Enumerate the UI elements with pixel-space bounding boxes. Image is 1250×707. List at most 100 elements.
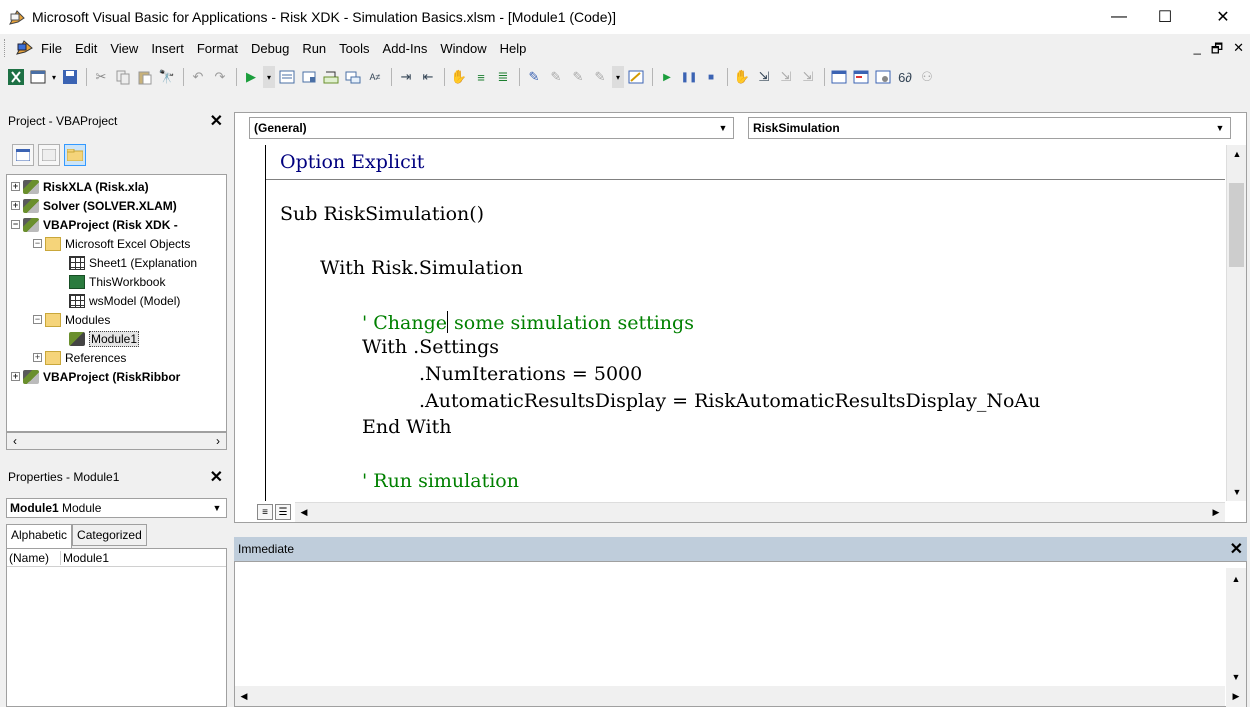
- locals-window-icon[interactable]: [829, 67, 849, 87]
- toggle-bookmark-icon[interactable]: ✎: [524, 67, 544, 87]
- tree-node-sheet1[interactable]: Sheet1 (Explanation: [69, 253, 197, 272]
- menu-tools[interactable]: Tools: [339, 41, 377, 56]
- scroll-right-icon[interactable]: ›: [216, 434, 220, 448]
- complete-word-icon[interactable]: A≠: [365, 67, 385, 87]
- call-stack-icon[interactable]: ⚇: [917, 67, 937, 87]
- tab-alphabetic[interactable]: Alphabetic: [6, 524, 73, 548]
- mdi-restore-button[interactable]: 🗗: [1211, 40, 1223, 62]
- menu-view[interactable]: View: [110, 41, 146, 56]
- undo-icon[interactable]: ↶: [188, 67, 208, 87]
- cut-icon[interactable]: ✂: [91, 67, 111, 87]
- chevron-down-icon[interactable]: ▼: [208, 499, 226, 517]
- design-mode-icon[interactable]: [626, 67, 646, 87]
- list-constants-icon[interactable]: [299, 67, 319, 87]
- procedure-view-icon[interactable]: ≡: [257, 504, 273, 520]
- menu-format[interactable]: Format: [197, 41, 246, 56]
- scroll-left-icon[interactable]: ◀: [295, 503, 313, 522]
- tree-node-excel-objects[interactable]: − Microsoft Excel Objects: [33, 234, 190, 253]
- immediate-hscroll[interactable]: ◀ ▶: [235, 686, 1239, 706]
- object-combo[interactable]: (General) ▼: [249, 117, 734, 139]
- property-row[interactable]: (Name) Module1: [7, 549, 226, 567]
- paste-icon[interactable]: [135, 67, 155, 87]
- toolbar-grip[interactable]: [4, 39, 7, 57]
- previous-bookmark-icon[interactable]: ✎: [568, 67, 588, 87]
- scroll-left-icon[interactable]: ◀: [235, 686, 253, 706]
- chevron-down-icon[interactable]: ▼: [1210, 118, 1230, 138]
- scroll-up-icon[interactable]: ▲: [1227, 145, 1247, 163]
- tree-node-thisworkbook[interactable]: ThisWorkbook: [69, 272, 165, 291]
- close-button[interactable]: ✕: [1200, 0, 1246, 34]
- scroll-thumb[interactable]: [1229, 183, 1244, 267]
- code-editor[interactable]: Option Explicit Sub RiskSimulation() Wit…: [265, 145, 1225, 501]
- tree-node-references[interactable]: + References: [33, 348, 126, 367]
- mdi-minimize-button[interactable]: _: [1194, 40, 1201, 62]
- clear-bookmarks-icon[interactable]: ✎: [590, 67, 610, 87]
- immediate-window-icon[interactable]: [851, 67, 871, 87]
- find-icon[interactable]: 🔭: [157, 67, 177, 87]
- expand-icon[interactable]: +: [11, 201, 20, 210]
- menu-insert[interactable]: Insert: [151, 41, 192, 56]
- toggle-breakpoint-icon[interactable]: ✋: [449, 67, 469, 87]
- properties-object-select[interactable]: Module1 Module ▼: [6, 498, 227, 518]
- vba-menu-icon[interactable]: [15, 39, 35, 57]
- quick-info-icon[interactable]: [321, 67, 341, 87]
- menu-help[interactable]: Help: [500, 41, 535, 56]
- toggle-folders-icon[interactable]: [64, 144, 86, 166]
- step-over-icon[interactable]: ⇲: [776, 67, 796, 87]
- menu-edit[interactable]: Edit: [75, 41, 105, 56]
- minimize-button[interactable]: —: [1096, 0, 1142, 34]
- chevron-down-icon[interactable]: ▾: [50, 67, 58, 87]
- menu-window[interactable]: Window: [440, 41, 494, 56]
- indent-icon[interactable]: ⇥: [396, 67, 416, 87]
- tree-node-modules[interactable]: − Modules: [33, 310, 110, 329]
- menu-run[interactable]: Run: [302, 41, 334, 56]
- redo-icon[interactable]: ↷: [210, 67, 230, 87]
- expand-icon[interactable]: +: [11, 182, 20, 191]
- properties-pane-close-icon[interactable]: ✕: [210, 467, 223, 487]
- full-module-view-icon[interactable]: ☰: [275, 504, 291, 520]
- expand-icon[interactable]: +: [11, 372, 20, 381]
- step-into-icon[interactable]: ⇲: [754, 67, 774, 87]
- watch-window-icon[interactable]: [873, 67, 893, 87]
- menu-debug[interactable]: Debug: [251, 41, 297, 56]
- immediate-window-close-icon[interactable]: ✕: [1230, 539, 1243, 559]
- scroll-up-icon[interactable]: ▲: [1226, 570, 1246, 588]
- code-hscroll[interactable]: ◀ ▶: [295, 502, 1225, 522]
- collapse-icon[interactable]: −: [33, 315, 42, 324]
- project-tree-hscroll[interactable]: ‹ ›: [6, 432, 227, 450]
- menu-file[interactable]: File: [41, 41, 70, 56]
- mdi-close-button[interactable]: ✕: [1233, 40, 1244, 62]
- code-vscroll[interactable]: ▲ ▼: [1226, 145, 1246, 501]
- project-pane-close-icon[interactable]: ✕: [210, 111, 223, 131]
- tab-categorized[interactable]: Categorized: [72, 524, 147, 546]
- toolbar-overflow-icon[interactable]: ▾: [612, 66, 624, 88]
- parameter-info-icon[interactable]: [343, 67, 363, 87]
- next-bookmark-icon[interactable]: ✎: [546, 67, 566, 87]
- comment-block-icon[interactable]: ≡: [471, 67, 491, 87]
- run-icon[interactable]: ▶: [241, 67, 261, 87]
- scroll-right-icon[interactable]: ▶: [1227, 686, 1245, 706]
- tree-node-riskxla[interactable]: + RiskXLA (Risk.xla): [11, 177, 149, 196]
- quick-watch-icon[interactable]: 6∂: [895, 67, 915, 87]
- insert-userform-icon[interactable]: [28, 67, 48, 87]
- maximize-button[interactable]: ☐: [1142, 0, 1188, 34]
- immediate-window-body[interactable]: ▲ ▼ ◀ ▶: [234, 561, 1247, 707]
- collapse-icon[interactable]: −: [11, 220, 20, 229]
- expand-icon[interactable]: +: [33, 353, 42, 362]
- save-icon[interactable]: [60, 67, 80, 87]
- menu-add-ins[interactable]: Add-Ins: [383, 41, 436, 56]
- tree-node-module1[interactable]: Module1: [69, 329, 140, 348]
- reset-icon[interactable]: ■: [701, 67, 721, 87]
- tree-node-wsmodel[interactable]: wsModel (Model): [69, 291, 180, 310]
- scroll-down-icon[interactable]: ▼: [1227, 483, 1247, 501]
- scroll-right-icon[interactable]: ▶: [1207, 503, 1225, 522]
- outdent-icon[interactable]: ⇤: [418, 67, 438, 87]
- break-icon[interactable]: ❚❚: [679, 67, 699, 87]
- step-out-icon[interactable]: ⇲: [798, 67, 818, 87]
- list-properties-icon[interactable]: [277, 67, 297, 87]
- property-value[interactable]: Module1: [61, 551, 109, 565]
- chevron-down-icon[interactable]: ▼: [713, 118, 733, 138]
- view-object-icon[interactable]: [38, 144, 60, 166]
- breakpoint-hand-icon[interactable]: ✋: [732, 67, 752, 87]
- run-sub-icon[interactable]: ▶: [657, 67, 677, 87]
